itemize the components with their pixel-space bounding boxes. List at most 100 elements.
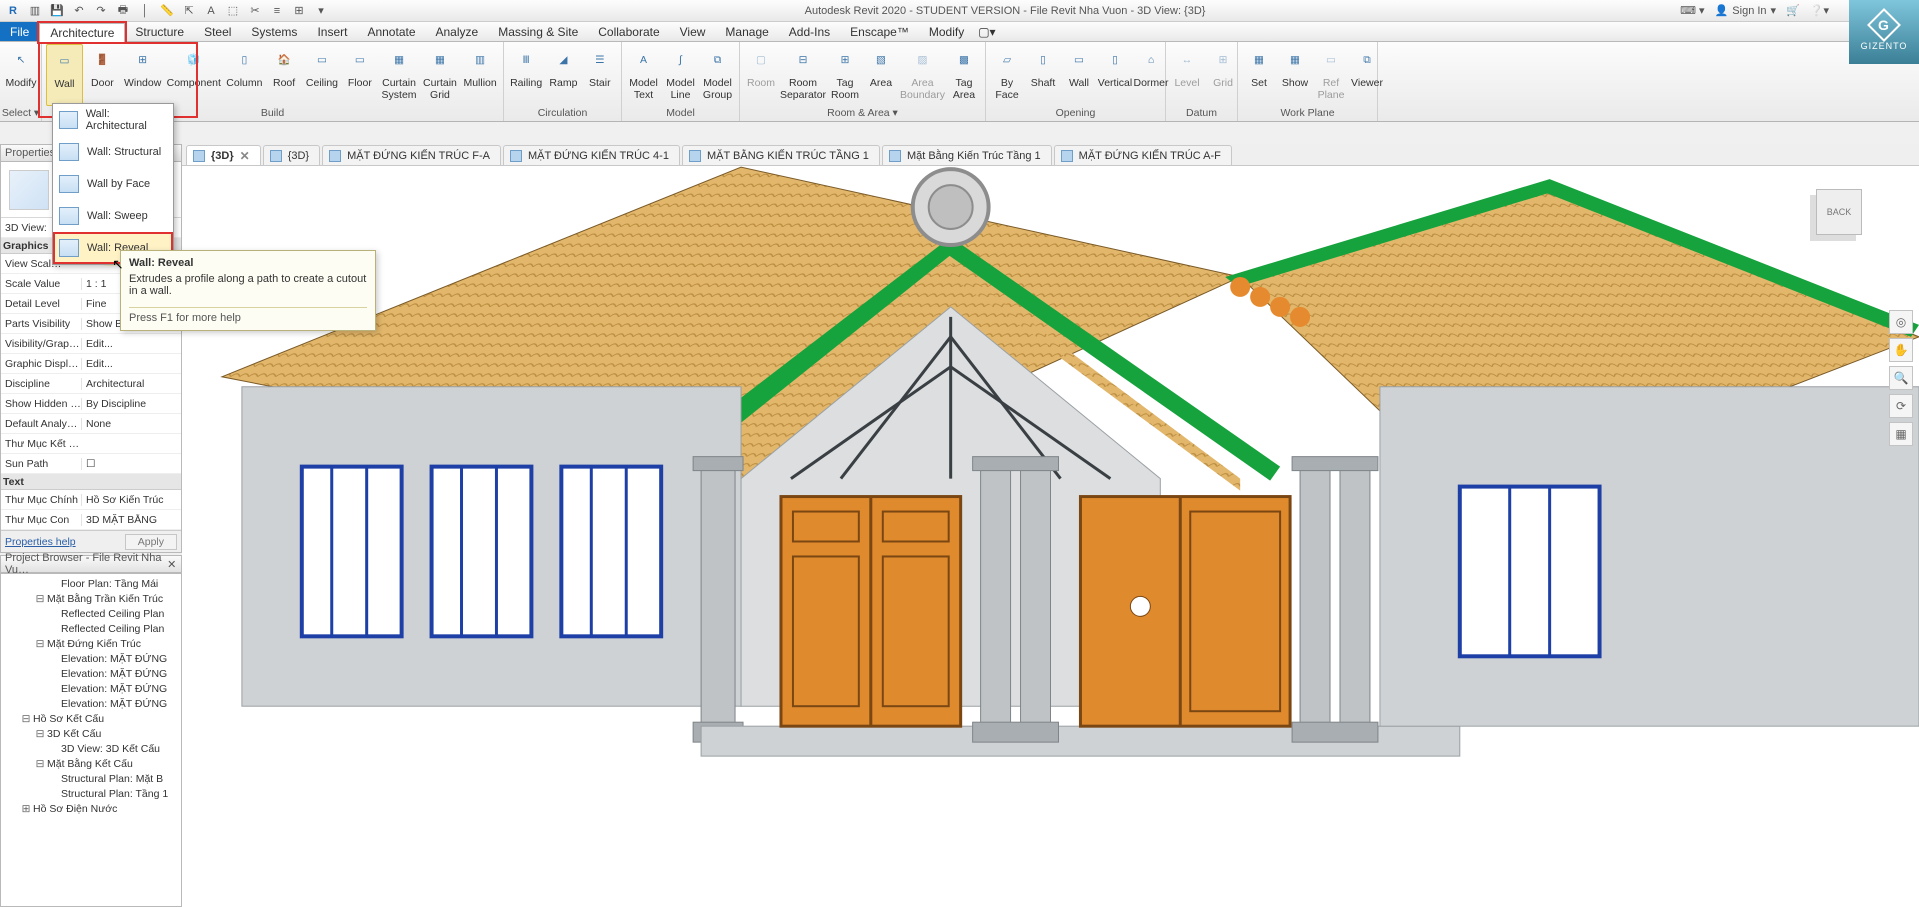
tree-node[interactable]: ⊟3D Kết Cấu	[3, 726, 179, 741]
property-row[interactable]: Show Hidden …By Discipline	[1, 394, 181, 414]
qat-align-icon[interactable]: ⇱	[180, 2, 198, 20]
floor-button[interactable]: ▭Floor	[342, 44, 377, 106]
tab-modify[interactable]: Modify	[919, 22, 974, 41]
shaft-button[interactable]: ▯Shaft	[1026, 44, 1060, 106]
tab-annotate[interactable]: Annotate	[357, 22, 425, 41]
pan-icon[interactable]: ✋	[1889, 338, 1913, 362]
group-roomarea[interactable]: Room & Area ▾	[740, 106, 985, 121]
nav-wheel-icon[interactable]: ◎	[1889, 310, 1913, 334]
orbit-icon[interactable]: ⟳	[1889, 394, 1913, 418]
property-row[interactable]: Thư Mục ChínhHồ Sơ Kiến Trúc	[1, 490, 181, 510]
zoom-icon[interactable]: 🔍	[1889, 366, 1913, 390]
qat-section-icon[interactable]: ✂	[246, 2, 264, 20]
apply-button[interactable]: Apply	[125, 534, 177, 550]
curtain-system-button[interactable]: ▦Curtain System	[379, 44, 418, 106]
property-row[interactable]: Thư Mục Kết …	[1, 434, 181, 454]
properties-help-link[interactable]: Properties help	[5, 536, 76, 548]
expand-icon[interactable]: ⊞	[21, 803, 31, 815]
ramp-button[interactable]: ◢Ramp	[546, 44, 580, 106]
qat-redo-icon[interactable]: ↷	[92, 2, 110, 20]
tree-node[interactable]: ⊞Hồ Sơ Điện Nước	[3, 801, 179, 816]
expand-icon[interactable]: ⊟	[35, 593, 45, 605]
expand-icon[interactable]: ⊟	[35, 758, 45, 770]
model-line-button[interactable]: ∫Model Line	[663, 44, 698, 106]
document-tab[interactable]: {3D}	[263, 145, 320, 165]
area-boundary-button[interactable]: ▨Area Boundary	[900, 44, 945, 106]
tree-node[interactable]: 3D View: 3D Kết Cấu	[3, 741, 179, 756]
modify-button[interactable]: ↖ Modify	[4, 44, 38, 106]
vertical-button[interactable]: ▯Vertical	[1098, 44, 1132, 106]
browser-header[interactable]: Project Browser - File Revit Nha Vu… ✕	[0, 555, 182, 573]
wall-dd-architectural[interactable]: Wall: Architectural	[53, 104, 173, 136]
tab-view[interactable]: View	[670, 22, 716, 41]
expand-icon[interactable]: ⊟	[35, 638, 45, 650]
curtain-grid-button[interactable]: ▦Curtain Grid	[421, 44, 459, 106]
tab-manage[interactable]: Manage	[715, 22, 778, 41]
property-row[interactable]: Graphic Displ…Edit...	[1, 354, 181, 374]
tree-node[interactable]: Reflected Ceiling Plan	[3, 606, 179, 621]
tree-node[interactable]: ⊟Mặt Bằng Kết Cấu	[3, 756, 179, 771]
qat-save-icon[interactable]: 💾	[48, 2, 66, 20]
model-group-button[interactable]: ⧉Model Group	[700, 44, 735, 106]
tab-options-icon[interactable]: ▢▾	[974, 22, 999, 41]
mullion-button[interactable]: ▥Mullion	[461, 44, 499, 106]
room-sep-button[interactable]: ⊟Room Separator	[780, 44, 826, 106]
room-button[interactable]: ▢Room	[744, 44, 778, 106]
wall-dd-byface[interactable]: Wall by Face	[53, 168, 173, 200]
viewer-button[interactable]: ⧉Viewer	[1350, 44, 1384, 106]
qat-3d-icon[interactable]: ⬚	[224, 2, 242, 20]
by-face-button[interactable]: ▱By Face	[990, 44, 1024, 106]
group-select[interactable]: Select ▾	[0, 106, 41, 121]
qat-close-hidden-icon[interactable]: ⊞	[290, 2, 308, 20]
component-button[interactable]: 🧊Component	[165, 44, 222, 106]
dormer-button[interactable]: ⌂Dormer	[1134, 44, 1168, 106]
tree-node[interactable]: Floor Plan: Tầng Mái	[3, 576, 179, 591]
window-button[interactable]: ⊞Window	[122, 44, 164, 106]
document-tab[interactable]: MẶT ĐỨNG KIẾN TRÚC A-F	[1054, 145, 1232, 165]
qat-undo-icon[interactable]: ↶	[70, 2, 88, 20]
qat-measure-icon[interactable]: 📏	[158, 2, 176, 20]
area-button[interactable]: ▧Area	[864, 44, 898, 106]
tree-node[interactable]: ⊟Hồ Sơ Kết Cấu	[3, 711, 179, 726]
qat-thin-icon[interactable]: ≡	[268, 2, 286, 20]
tab-systems[interactable]: Systems	[241, 22, 307, 41]
railing-button[interactable]: ⅢRailing	[508, 44, 544, 106]
tab-architecture[interactable]: Architecture	[39, 23, 125, 42]
tree-node[interactable]: ⊟Mặt Đứng Kiến Trúc	[3, 636, 179, 651]
model-text-button[interactable]: AModel Text	[626, 44, 661, 106]
column-button[interactable]: ▯Column	[224, 44, 264, 106]
ref-plane-button[interactable]: ▭Ref Plane	[1314, 44, 1348, 106]
close-icon[interactable]: ✕	[166, 558, 177, 570]
property-row[interactable]: Default Analy…None	[1, 414, 181, 434]
property-row[interactable]: Thư Mục Con3D MẶT BẰNG	[1, 510, 181, 530]
tag-room-button[interactable]: ⊞Tag Room	[828, 44, 862, 106]
ceiling-button[interactable]: ▭Ceiling	[304, 44, 341, 106]
property-row[interactable]: Visibility/Grap…Edit...	[1, 334, 181, 354]
keyboard-icon[interactable]: ⌨ ▾	[1680, 4, 1704, 17]
view-cube[interactable]: BACK	[1803, 176, 1875, 248]
tab-steel[interactable]: Steel	[194, 22, 241, 41]
property-row[interactable]: DisciplineArchitectural	[1, 374, 181, 394]
document-tab[interactable]: MẶT ĐỨNG KIẾN TRÚC F-A	[322, 145, 501, 165]
qat-print-icon[interactable]: 🖶	[114, 2, 132, 20]
project-browser[interactable]: Floor Plan: Tầng Mái⊟Mặt Bằng Trần Kiến …	[0, 573, 182, 907]
app-icon[interactable]: R	[4, 2, 22, 20]
tree-node[interactable]: Elevation: MẶT ĐỨNG	[3, 696, 179, 711]
signin-button[interactable]: 👤 Sign In ▾	[1715, 4, 1776, 17]
tab-file[interactable]: File	[0, 22, 39, 41]
show-button[interactable]: ▦Show	[1278, 44, 1312, 106]
tree-node[interactable]: Elevation: MẶT ĐỨNG	[3, 651, 179, 666]
document-tab[interactable]: MẶT BẰNG KIẾN TRÚC TẦNG 1	[682, 145, 880, 165]
qat-open-icon[interactable]: ▥	[26, 2, 44, 20]
property-row[interactable]: Sun Path☐	[1, 454, 181, 474]
close-icon[interactable]: ✕	[240, 149, 250, 163]
stair-button[interactable]: ☰Stair	[583, 44, 617, 106]
tree-node[interactable]: Structural Plan: Tầng 1	[3, 786, 179, 801]
qat-text-icon[interactable]: A	[202, 2, 220, 20]
wall-button[interactable]: ▭Wall	[46, 44, 83, 106]
tab-addins[interactable]: Add-Ins	[779, 22, 840, 41]
help-icon[interactable]: ❔▾	[1810, 4, 1829, 17]
grid-button[interactable]: ⊞Grid	[1206, 44, 1240, 106]
tab-collaborate[interactable]: Collaborate	[588, 22, 669, 41]
expand-icon[interactable]: ⊟	[35, 728, 45, 740]
